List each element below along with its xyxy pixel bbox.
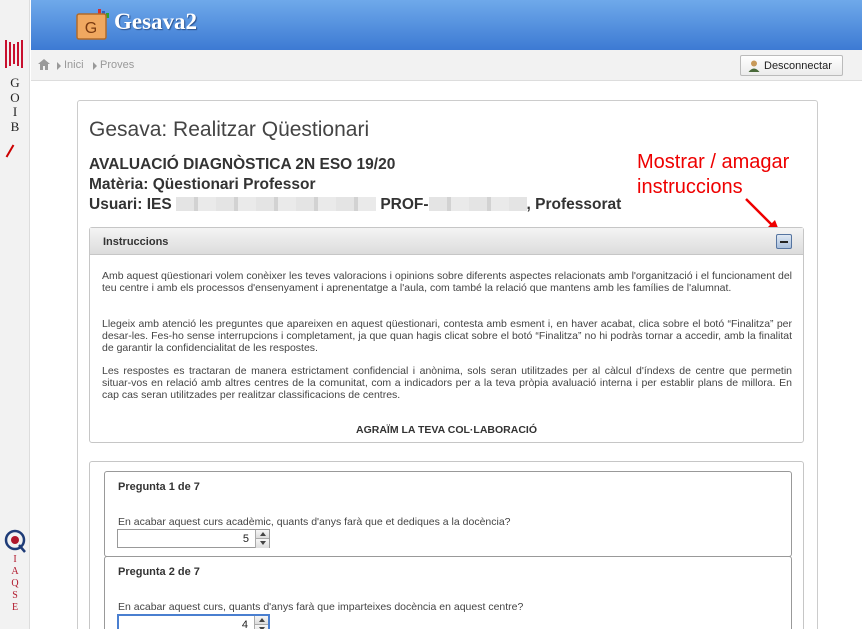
- left-brand-strip: G O I B I A Q S E: [0, 0, 30, 629]
- user-id-prefix: PROF-: [380, 196, 429, 213]
- user-line: Usuari: IES PROF- , Professorat: [89, 196, 621, 214]
- question-card: Pregunta 2 de 7 En acabar aquest curs, q…: [104, 556, 792, 629]
- subject-line: Matèria: Qüestionari Professor: [89, 176, 316, 193]
- instructions-paragraph-3: Les respostes es tractaran de manera est…: [102, 365, 792, 401]
- instructions-title: Instruccions: [103, 236, 169, 248]
- goib-slash-mark: [5, 144, 15, 158]
- breadcrumb: Inici Proves Desconnectar: [31, 50, 862, 81]
- iaqse-wordmark: I A Q S E: [11, 554, 19, 613]
- instructions-header[interactable]: Instruccions: [90, 228, 803, 255]
- user-role: , Professorat: [526, 196, 622, 213]
- breadcrumb-item-proves[interactable]: Proves: [100, 59, 134, 71]
- answer-number-input[interactable]: 5: [117, 529, 270, 548]
- svg-text:G: G: [85, 20, 97, 37]
- user-icon: [748, 60, 760, 72]
- question-text: En acabar aquest curs, quants d'anys far…: [118, 601, 524, 613]
- user-prefix: Usuari: IES: [89, 196, 172, 213]
- collapse-toggle-button[interactable]: [776, 234, 792, 249]
- redacted-user-id: [428, 197, 527, 211]
- spin-up-icon[interactable]: [254, 616, 268, 625]
- iaqse-logo-icon: [4, 529, 26, 553]
- answer-number-input[interactable]: 4: [117, 614, 270, 629]
- logout-button[interactable]: Desconnectar: [740, 55, 843, 76]
- goib-wordmark: G O I B: [10, 75, 20, 134]
- spin-up-icon[interactable]: [255, 530, 269, 539]
- chevron-right-icon: [57, 62, 61, 70]
- answer-value: 5: [242, 533, 249, 545]
- instructions-paragraph-1: Amb aquest qüestionari volem conèixer le…: [102, 270, 792, 294]
- questions-panel: Pregunta 1 de 7 En acabar aquest curs ac…: [89, 461, 804, 629]
- logout-label: Desconnectar: [764, 59, 832, 72]
- chevron-right-icon: [93, 62, 97, 70]
- app-title[interactable]: Gesava2: [114, 9, 197, 35]
- breadcrumb-item-inici[interactable]: Inici: [64, 59, 84, 71]
- page-title: Gesava: Realitzar Qüestionari: [89, 118, 370, 141]
- question-title: Pregunta 1 de 7: [118, 481, 200, 493]
- redacted-school-name: [176, 197, 377, 211]
- question-card: Pregunta 1 de 7 En acabar aquest curs ac…: [104, 471, 792, 557]
- spin-down-icon[interactable]: [254, 625, 268, 629]
- spin-down-icon[interactable]: [255, 539, 269, 548]
- home-icon[interactable]: [38, 59, 50, 70]
- instructions-paragraph-2: Llegeix amb atenció les preguntes que ap…: [102, 318, 792, 354]
- goib-logo-icon: [5, 40, 23, 68]
- answer-value: 4: [241, 619, 248, 629]
- app-header: G Gesava2: [31, 0, 862, 50]
- minus-icon: [780, 241, 788, 243]
- survey-name: AVALUACIÓ DIAGNÒSTICA 2N ESO 19/20: [89, 156, 396, 173]
- instructions-panel: Instruccions Amb aquest qüestionari vole…: [89, 227, 804, 443]
- question-text: En acabar aquest curs acadèmic, quants d…: [118, 516, 511, 528]
- thanks-message: AGRAÏM LA TEVA COL·LABORACIÓ: [355, 424, 537, 436]
- app-logo-icon[interactable]: G: [76, 9, 110, 40]
- question-title: Pregunta 2 de 7: [118, 566, 200, 578]
- annotation-note: Mostrar / amagar instruccions: [637, 151, 790, 198]
